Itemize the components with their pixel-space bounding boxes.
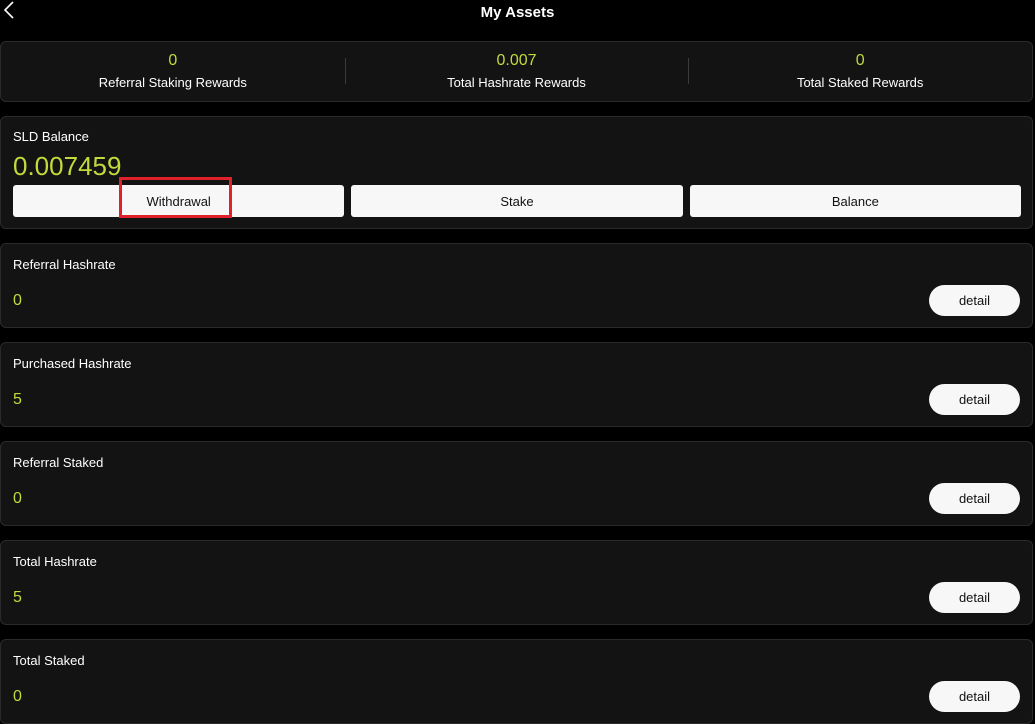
sld-balance-card: SLD Balance 0.007459 Withdrawal Stake Ba… [0, 116, 1033, 229]
metric-label: Referral Staked [13, 455, 104, 470]
summary-value: 0 [855, 52, 865, 69]
header: My Assets [0, 0, 1035, 26]
metric-value: 0 [13, 490, 22, 507]
metric-label: Total Staked [13, 653, 85, 668]
purchased-hashrate-card: Purchased Hashrate 5 detail [0, 342, 1033, 427]
summary-referral-staking-rewards: 0 Referral Staking Rewards [1, 42, 345, 101]
total-staked-card: Total Staked 0 detail [0, 639, 1033, 724]
metric-label: Total Hashrate [13, 554, 97, 569]
summary-value: 0 [168, 52, 178, 69]
summary-label: Total Staked Rewards [796, 75, 924, 90]
page-title: My Assets [480, 4, 555, 21]
balance-actions: Withdrawal Stake Balance [13, 177, 1021, 218]
metric-value: 0 [13, 688, 22, 705]
rewards-summary: 0 Referral Staking Rewards 0.007 Total H… [0, 41, 1033, 102]
purchased-hashrate-detail-button[interactable]: detail [929, 384, 1020, 415]
summary-total-staked-rewards: 0 Total Staked Rewards [688, 42, 1032, 101]
metric-label: Purchased Hashrate [13, 356, 132, 371]
withdrawal-button[interactable]: Withdrawal [13, 185, 345, 217]
metric-label: Referral Hashrate [13, 257, 116, 272]
metric-value: 0 [13, 292, 22, 309]
stake-button[interactable]: Stake [351, 185, 683, 217]
referral-staked-card: Referral Staked 0 detail [0, 441, 1033, 526]
referral-hashrate-card: Referral Hashrate 0 detail [0, 243, 1033, 328]
balance-label: SLD Balance [13, 129, 89, 144]
referral-hashrate-detail-button[interactable]: detail [929, 285, 1020, 316]
summary-label: Referral Staking Rewards [98, 75, 247, 90]
total-hashrate-detail-button[interactable]: detail [929, 582, 1020, 613]
metric-value: 5 [13, 391, 22, 408]
referral-staked-detail-button[interactable]: detail [929, 483, 1020, 514]
balance-button[interactable]: Balance [689, 185, 1021, 217]
balance-value: 0.007459 [13, 151, 122, 181]
summary-label: Total Hashrate Rewards [447, 75, 586, 90]
total-hashrate-card: Total Hashrate 5 detail [0, 540, 1033, 625]
summary-total-hashrate-rewards: 0.007 Total Hashrate Rewards [344, 42, 689, 101]
metric-value: 5 [13, 589, 22, 606]
total-staked-detail-button[interactable]: detail [929, 681, 1020, 712]
summary-value: 0.007 [496, 52, 537, 69]
